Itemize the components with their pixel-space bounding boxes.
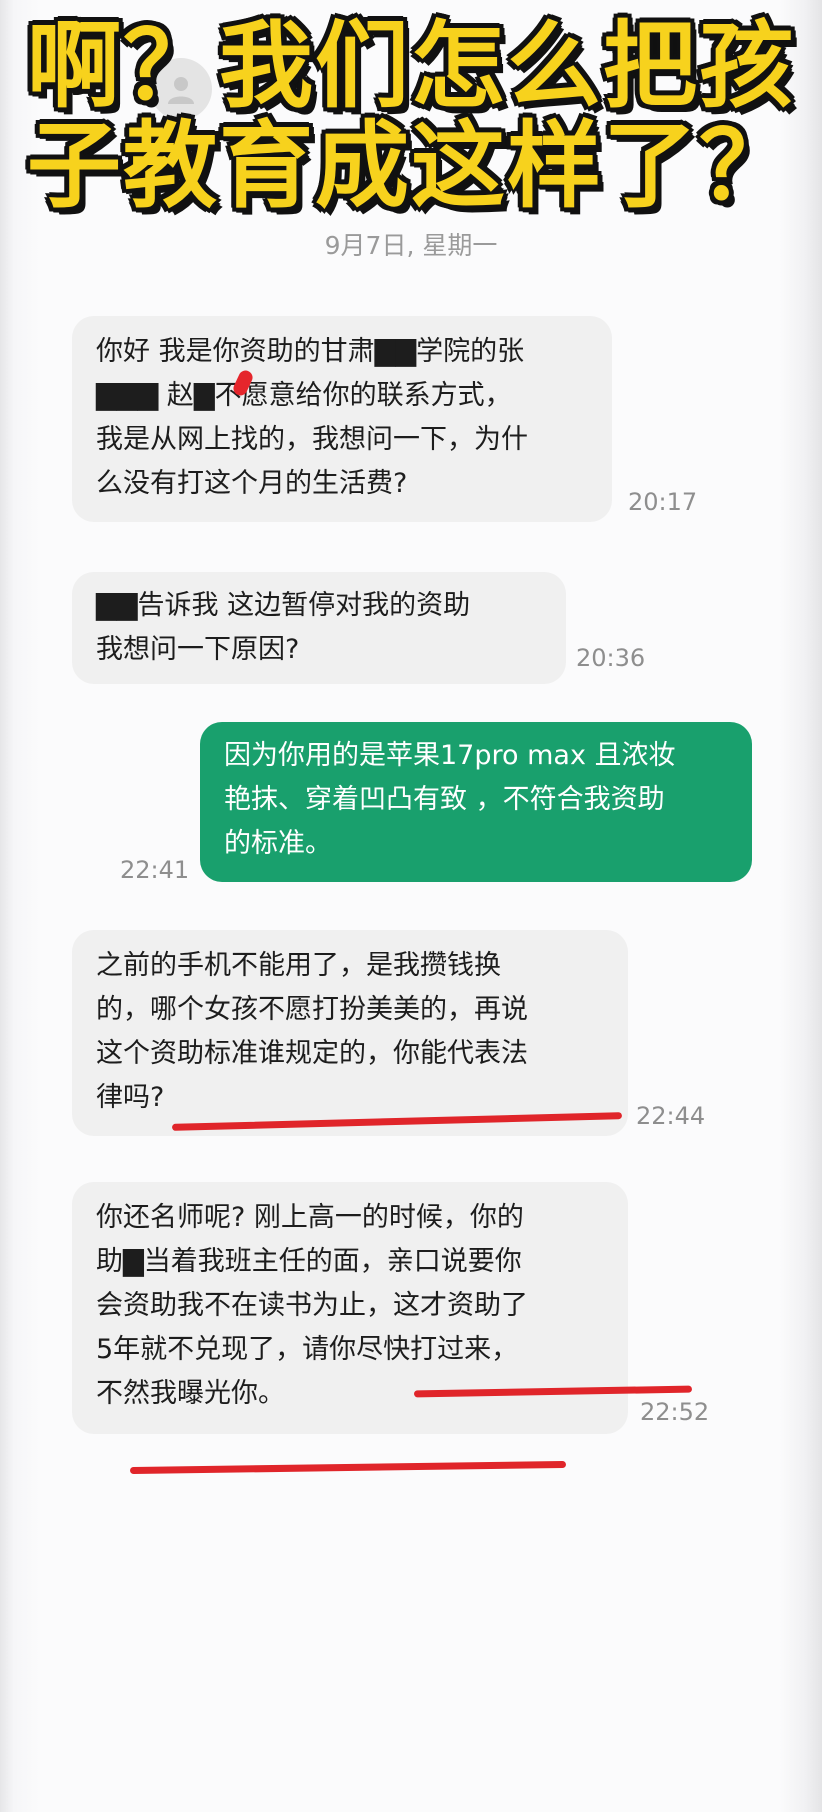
message-line: 我是从网上找的，我想问一下，为什 [96, 424, 528, 455]
message-line: 你还名师呢? 刚上高一的时候，你的 [96, 1202, 524, 1233]
message-bubble-incoming[interactable]: 你还名师呢? 刚上高一的时候，你的 助▇当着我班主任的面，亲口说要你 会资助我不… [72, 1182, 628, 1434]
message-line: 么没有打这个月的生活费? [96, 468, 408, 499]
message-line: 艳抹、穿着凹凸有致 ，不符合我资助 [224, 784, 665, 815]
message-line: 这个资助标准谁规定的，你能代表法 [96, 1038, 528, 1069]
message-line: ▇▇告诉我 这边暂停对我的资助 [96, 590, 471, 621]
message-bubble-incoming[interactable]: ▇▇告诉我 这边暂停对我的资助 我想问一下原因? [72, 572, 566, 684]
message-line: 的，哪个女孩不愿打扮美美的，再说 [96, 994, 528, 1025]
message-line: ▇▇▇ 赵▇不愿意给你的联系方式， [96, 380, 512, 411]
message-time: 22:52 [640, 1398, 710, 1426]
message-time: 22:44 [636, 1102, 706, 1130]
message-bubble-incoming[interactable]: 你好 我是你资助的甘肃▇▇学院的张 ▇▇▇ 赵▇不愿意给你的联系方式， 我是从网… [72, 316, 612, 522]
headline-line-1: 啊？我们怎么把孩 [26, 12, 795, 121]
message-line: 律吗? [96, 1082, 165, 1113]
date-divider: 9月7日, 星期一 [324, 231, 498, 260]
message-line: 的标准。 [224, 828, 332, 859]
message-line: 5年就不兑现了，请你尽快打过来， [96, 1334, 519, 1365]
message-time: 22:41 [120, 856, 190, 884]
message-bubble-outgoing[interactable]: 因为你用的是苹果17pro max 且浓妆 艳抹、穿着凹凸有致 ，不符合我资助 … [200, 722, 752, 882]
message-bubble-incoming[interactable]: 之前的手机不能用了，是我攒钱换 的，哪个女孩不愿打扮美美的，再说 这个资助标准谁… [72, 930, 628, 1136]
message-time: 20:17 [628, 488, 698, 516]
message-line: 我想问一下原因? [96, 634, 300, 665]
screenshot-frame [0, 0, 822, 1812]
message-line: 会资助我不在读书为止，这才资助了 [96, 1290, 528, 1321]
headline-line-2: 子教育成这样了？ [26, 112, 795, 221]
message-line: 你好 我是你资助的甘肃▇▇学院的张 [96, 336, 525, 367]
message-line: 因为你用的是苹果17pro max 且浓妆 [224, 740, 676, 771]
message-time: 20:36 [576, 644, 646, 672]
message-line: 助▇当着我班主任的面，亲口说要你 [96, 1246, 522, 1277]
message-line: 之前的手机不能用了，是我攒钱换 [96, 950, 501, 981]
